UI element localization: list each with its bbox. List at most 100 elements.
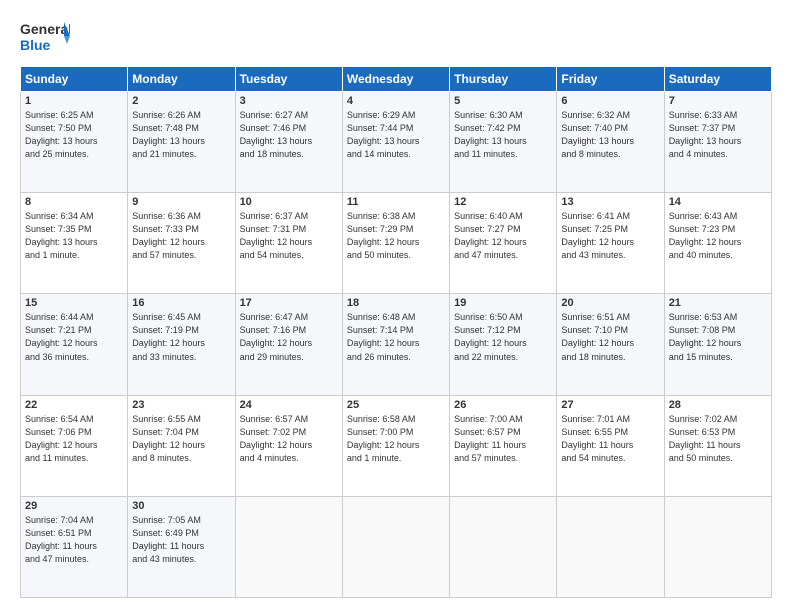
cell-content: Sunrise: 7:02 AM Sunset: 6:53 PM Dayligh… bbox=[669, 413, 767, 465]
table-row: 13 Sunrise: 6:41 AM Sunset: 7:25 PM Dayli… bbox=[557, 193, 664, 294]
day-number: 2 bbox=[132, 95, 230, 107]
cell-content: Sunrise: 6:48 AM Sunset: 7:14 PM Dayligh… bbox=[347, 311, 445, 363]
table-row: 12 Sunrise: 6:40 AM Sunset: 7:27 PM Dayli… bbox=[450, 193, 557, 294]
day-number: 24 bbox=[240, 399, 338, 411]
table-row: 1 Sunrise: 6:25 AM Sunset: 7:50 PM Daylig… bbox=[21, 92, 128, 193]
day-number: 14 bbox=[669, 196, 767, 208]
cell-content: Sunrise: 6:34 AM Sunset: 7:35 PM Dayligh… bbox=[25, 210, 123, 262]
day-number: 18 bbox=[347, 297, 445, 309]
day-number: 15 bbox=[25, 297, 123, 309]
day-number: 8 bbox=[25, 196, 123, 208]
cell-content: Sunrise: 7:05 AM Sunset: 6:49 PM Dayligh… bbox=[132, 514, 230, 566]
cell-content: Sunrise: 6:40 AM Sunset: 7:27 PM Dayligh… bbox=[454, 210, 552, 262]
cell-content: Sunrise: 6:27 AM Sunset: 7:46 PM Dayligh… bbox=[240, 109, 338, 161]
cell-content: Sunrise: 6:50 AM Sunset: 7:12 PM Dayligh… bbox=[454, 311, 552, 363]
cell-content: Sunrise: 6:30 AM Sunset: 7:42 PM Dayligh… bbox=[454, 109, 552, 161]
cell-content: Sunrise: 6:51 AM Sunset: 7:10 PM Dayligh… bbox=[561, 311, 659, 363]
cell-content: Sunrise: 6:25 AM Sunset: 7:50 PM Dayligh… bbox=[25, 109, 123, 161]
cell-content: Sunrise: 6:47 AM Sunset: 7:16 PM Dayligh… bbox=[240, 311, 338, 363]
cell-content: Sunrise: 6:41 AM Sunset: 7:25 PM Dayligh… bbox=[561, 210, 659, 262]
day-number: 7 bbox=[669, 95, 767, 107]
table-row: 28 Sunrise: 7:02 AM Sunset: 6:53 PM Dayli… bbox=[664, 395, 771, 496]
svg-text:Blue: Blue bbox=[20, 37, 51, 53]
table-row: 29 Sunrise: 7:04 AM Sunset: 6:51 PM Dayli… bbox=[21, 496, 128, 597]
calendar-table: SundayMondayTuesdayWednesdayThursdayFrid… bbox=[20, 66, 772, 598]
table-row: 4 Sunrise: 6:29 AM Sunset: 7:44 PM Daylig… bbox=[342, 92, 449, 193]
cell-content: Sunrise: 6:38 AM Sunset: 7:29 PM Dayligh… bbox=[347, 210, 445, 262]
cell-content: Sunrise: 6:43 AM Sunset: 7:23 PM Dayligh… bbox=[669, 210, 767, 262]
day-number: 27 bbox=[561, 399, 659, 411]
table-row: 15 Sunrise: 6:44 AM Sunset: 7:21 PM Dayli… bbox=[21, 294, 128, 395]
cell-content: Sunrise: 6:58 AM Sunset: 7:00 PM Dayligh… bbox=[347, 413, 445, 465]
cell-content: Sunrise: 6:33 AM Sunset: 7:37 PM Dayligh… bbox=[669, 109, 767, 161]
table-row: 14 Sunrise: 6:43 AM Sunset: 7:23 PM Dayli… bbox=[664, 193, 771, 294]
table-row: 2 Sunrise: 6:26 AM Sunset: 7:48 PM Daylig… bbox=[128, 92, 235, 193]
day-number: 20 bbox=[561, 297, 659, 309]
table-row: 30 Sunrise: 7:05 AM Sunset: 6:49 PM Dayli… bbox=[128, 496, 235, 597]
weekday-header-monday: Monday bbox=[128, 67, 235, 92]
table-row: 8 Sunrise: 6:34 AM Sunset: 7:35 PM Daylig… bbox=[21, 193, 128, 294]
cell-content: Sunrise: 6:53 AM Sunset: 7:08 PM Dayligh… bbox=[669, 311, 767, 363]
table-row: 18 Sunrise: 6:48 AM Sunset: 7:14 PM Dayli… bbox=[342, 294, 449, 395]
day-number: 26 bbox=[454, 399, 552, 411]
table-row: 16 Sunrise: 6:45 AM Sunset: 7:19 PM Dayli… bbox=[128, 294, 235, 395]
table-row: 3 Sunrise: 6:27 AM Sunset: 7:46 PM Daylig… bbox=[235, 92, 342, 193]
day-number: 28 bbox=[669, 399, 767, 411]
day-number: 21 bbox=[669, 297, 767, 309]
day-number: 25 bbox=[347, 399, 445, 411]
weekday-header-thursday: Thursday bbox=[450, 67, 557, 92]
table-row: 6 Sunrise: 6:32 AM Sunset: 7:40 PM Daylig… bbox=[557, 92, 664, 193]
day-number: 29 bbox=[25, 500, 123, 512]
day-number: 16 bbox=[132, 297, 230, 309]
logo-svg: General Blue bbox=[20, 18, 70, 56]
day-number: 23 bbox=[132, 399, 230, 411]
day-number: 11 bbox=[347, 196, 445, 208]
cell-content: Sunrise: 6:26 AM Sunset: 7:48 PM Dayligh… bbox=[132, 109, 230, 161]
svg-text:General: General bbox=[20, 21, 70, 37]
table-row bbox=[664, 496, 771, 597]
day-number: 22 bbox=[25, 399, 123, 411]
table-row: 5Sunrise: 6:30 AM Sunset: 7:42 PM Daylig… bbox=[450, 92, 557, 193]
table-row: 9Sunrise: 6:36 AM Sunset: 7:33 PM Daylig… bbox=[128, 193, 235, 294]
table-row bbox=[557, 496, 664, 597]
table-row bbox=[450, 496, 557, 597]
cell-content: Sunrise: 6:44 AM Sunset: 7:21 PM Dayligh… bbox=[25, 311, 123, 363]
table-row: 20 Sunrise: 6:51 AM Sunset: 7:10 PM Dayli… bbox=[557, 294, 664, 395]
table-row: 7 Sunrise: 6:33 AM Sunset: 7:37 PM Daylig… bbox=[664, 92, 771, 193]
day-number: 6 bbox=[561, 95, 659, 107]
cell-content: Sunrise: 6:54 AM Sunset: 7:06 PM Dayligh… bbox=[25, 413, 123, 465]
cell-content: Sunrise: 6:29 AM Sunset: 7:44 PM Dayligh… bbox=[347, 109, 445, 161]
cell-content: Sunrise: 6:36 AM Sunset: 7:33 PM Dayligh… bbox=[132, 210, 230, 262]
table-row: 17 Sunrise: 6:47 AM Sunset: 7:16 PM Dayli… bbox=[235, 294, 342, 395]
table-row: 26 Sunrise: 7:00 AM Sunset: 6:57 PM Dayli… bbox=[450, 395, 557, 496]
table-row bbox=[342, 496, 449, 597]
weekday-header-saturday: Saturday bbox=[664, 67, 771, 92]
table-row: 22 Sunrise: 6:54 AM Sunset: 7:06 PM Dayli… bbox=[21, 395, 128, 496]
table-row bbox=[235, 496, 342, 597]
table-row: 27 Sunrise: 7:01 AM Sunset: 6:55 PM Dayli… bbox=[557, 395, 664, 496]
day-number: 10 bbox=[240, 196, 338, 208]
day-number: 3 bbox=[240, 95, 338, 107]
cell-content: Sunrise: 6:32 AM Sunset: 7:40 PM Dayligh… bbox=[561, 109, 659, 161]
day-number: 12 bbox=[454, 196, 552, 208]
table-row: 25 Sunrise: 6:58 AM Sunset: 7:00 PM Dayli… bbox=[342, 395, 449, 496]
cell-content: Sunrise: 7:01 AM Sunset: 6:55 PM Dayligh… bbox=[561, 413, 659, 465]
day-number: 1 bbox=[25, 95, 123, 107]
cell-content: Sunrise: 6:57 AM Sunset: 7:02 PM Dayligh… bbox=[240, 413, 338, 465]
weekday-header-friday: Friday bbox=[557, 67, 664, 92]
cell-content: Sunrise: 7:00 AM Sunset: 6:57 PM Dayligh… bbox=[454, 413, 552, 465]
cell-content: Sunrise: 6:37 AM Sunset: 7:31 PM Dayligh… bbox=[240, 210, 338, 262]
day-number: 4 bbox=[347, 95, 445, 107]
table-row: 23 Sunrise: 6:55 AM Sunset: 7:04 PM Dayli… bbox=[128, 395, 235, 496]
day-number: 19 bbox=[454, 297, 552, 309]
cell-content: Sunrise: 7:04 AM Sunset: 6:51 PM Dayligh… bbox=[25, 514, 123, 566]
weekday-header-tuesday: Tuesday bbox=[235, 67, 342, 92]
cell-content: Sunrise: 6:45 AM Sunset: 7:19 PM Dayligh… bbox=[132, 311, 230, 363]
page-header: General Blue bbox=[20, 18, 772, 56]
table-row: 19 Sunrise: 6:50 AM Sunset: 7:12 PM Dayli… bbox=[450, 294, 557, 395]
day-number: 13 bbox=[561, 196, 659, 208]
cell-content: Sunrise: 6:55 AM Sunset: 7:04 PM Dayligh… bbox=[132, 413, 230, 465]
day-number: 17 bbox=[240, 297, 338, 309]
weekday-header-sunday: Sunday bbox=[21, 67, 128, 92]
day-number: 30 bbox=[132, 500, 230, 512]
